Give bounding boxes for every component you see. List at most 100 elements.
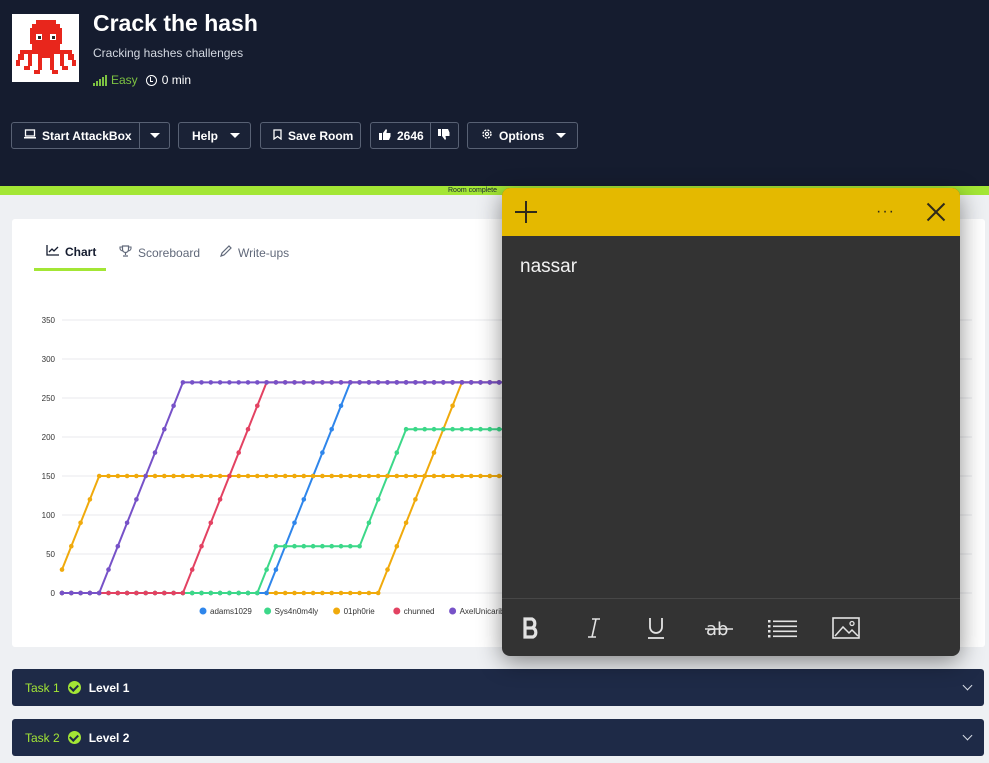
check-circle-icon [67, 731, 81, 744]
data-point [245, 473, 251, 479]
data-point [96, 473, 102, 479]
data-point [217, 590, 223, 596]
data-point [282, 380, 288, 385]
data-point [115, 473, 121, 479]
save-room-button[interactable]: Save Room [260, 122, 361, 149]
data-point [338, 543, 344, 549]
add-note-icon[interactable] [514, 200, 538, 224]
data-point [459, 473, 465, 479]
options-label: Options [499, 128, 545, 143]
data-point [180, 473, 186, 479]
dislike-button[interactable] [429, 123, 458, 148]
data-point [115, 590, 121, 596]
room-header: Crack the hash Cracking hashes challenge… [0, 0, 989, 186]
sticky-note-titlebar[interactable]: ··· [502, 188, 960, 236]
data-point [338, 590, 344, 596]
data-point [162, 426, 167, 432]
data-point [394, 380, 400, 385]
data-point [310, 590, 316, 596]
data-point [208, 380, 214, 385]
data-point [478, 426, 483, 432]
data-point [199, 590, 204, 596]
data-point [273, 473, 279, 479]
data-point [199, 473, 204, 479]
legend-marker [449, 607, 457, 615]
bold-icon[interactable] [516, 615, 546, 641]
data-point [189, 380, 195, 385]
data-point [152, 450, 158, 455]
like-count: 2646 [397, 128, 424, 143]
data-point [227, 380, 232, 385]
task-1-row[interactable]: Task 1 Level 1 [12, 669, 984, 706]
chevron-down-icon [230, 133, 241, 138]
data-point [431, 426, 437, 432]
data-point [264, 590, 269, 596]
data-point [106, 567, 111, 572]
data-point [487, 380, 493, 385]
data-point [385, 380, 390, 385]
data-point [143, 473, 148, 479]
data-point [320, 450, 325, 455]
data-point [162, 473, 167, 479]
data-point [366, 590, 372, 596]
data-point [236, 380, 241, 385]
data-point [292, 590, 297, 596]
data-point [199, 543, 204, 549]
data-point [338, 380, 344, 385]
data-point [338, 403, 344, 409]
help-button[interactable]: Help [178, 122, 251, 149]
task-2-row[interactable]: Task 2 Level 2 [12, 719, 984, 756]
more-options-icon[interactable]: ··· [876, 204, 895, 220]
data-point [329, 473, 335, 479]
data-point [124, 520, 130, 526]
attackbox-dropdown-toggle[interactable] [139, 123, 169, 148]
italic-icon[interactable] [579, 615, 609, 641]
data-point [329, 590, 335, 596]
data-point [301, 543, 307, 549]
task-1-label: Task 1 [25, 680, 60, 695]
y-tick-label: 50 [46, 550, 55, 559]
data-point [468, 426, 474, 432]
data-point [468, 380, 474, 385]
data-point [208, 473, 214, 479]
data-point [431, 380, 437, 385]
strikethrough-icon[interactable]: ab [704, 615, 734, 641]
underline-icon[interactable] [641, 615, 671, 641]
sticky-note-content[interactable]: nassar [520, 256, 577, 278]
image-icon[interactable] [830, 615, 862, 641]
data-point [273, 380, 279, 385]
close-icon[interactable] [924, 200, 948, 224]
data-point [106, 473, 111, 479]
like-button[interactable]: 2646 [371, 128, 430, 143]
chevron-down-icon[interactable] [962, 680, 973, 691]
options-button[interactable]: Options [467, 122, 578, 149]
data-point [282, 473, 288, 479]
data-point [320, 590, 325, 596]
start-attackbox-button[interactable]: Start AttackBox [11, 122, 170, 149]
sticky-note-window[interactable]: ··· nassar ab [502, 188, 960, 656]
data-point [413, 426, 418, 432]
data-point [106, 590, 111, 596]
data-point [403, 473, 409, 479]
data-point [264, 473, 269, 479]
chevron-down-icon [149, 133, 160, 138]
data-point [255, 380, 260, 385]
data-point [394, 543, 400, 549]
data-point [320, 543, 325, 549]
data-point [431, 473, 437, 479]
data-point [255, 473, 260, 479]
data-point [292, 380, 297, 385]
room-progress-text: Room complete [448, 187, 498, 194]
bullet-list-icon[interactable] [767, 615, 799, 641]
data-point [459, 380, 465, 385]
data-point [96, 590, 102, 596]
data-point [403, 520, 409, 526]
data-point [357, 590, 362, 596]
data-point [310, 543, 316, 549]
data-point [227, 590, 232, 596]
data-point [348, 473, 353, 479]
data-point [348, 543, 353, 549]
chevron-down-icon[interactable] [962, 730, 973, 741]
task-1-name: Level 1 [88, 680, 130, 695]
data-point [282, 590, 288, 596]
